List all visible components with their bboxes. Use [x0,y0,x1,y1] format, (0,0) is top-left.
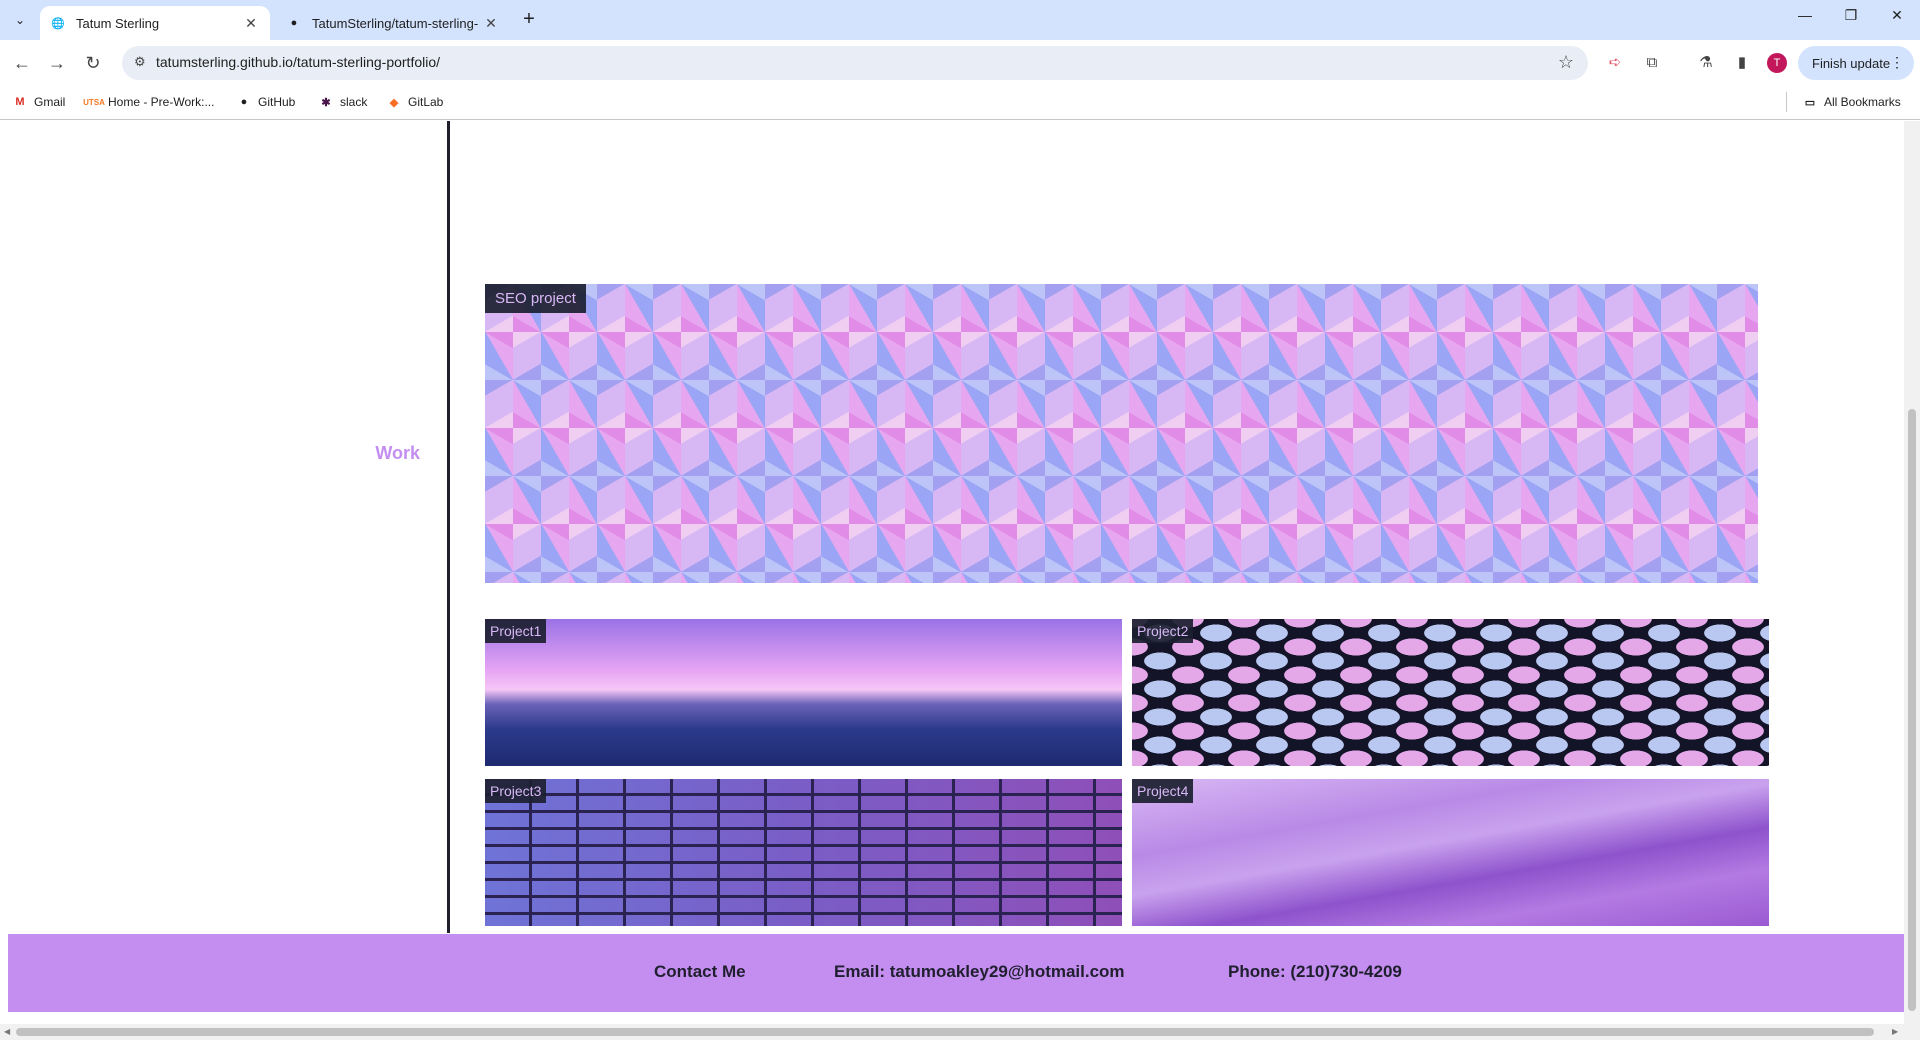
bookmark-label: GitLab [408,95,444,109]
bookmark-utsa-home[interactable]: UTSA Home - Pre-Work:... [83,94,215,110]
bookmark-gitlab[interactable]: ◆ GitLab [386,94,444,110]
finish-update-label: Finish update [1812,55,1891,71]
finish-update-button[interactable]: Finish update ⋮ [1798,46,1914,80]
horizontal-scrollbar[interactable]: ◀ ▶ [0,1024,1904,1040]
all-bookmarks-label: All Bookmarks [1824,95,1901,109]
extensions-puzzle-icon[interactable]: ⧉ [1641,51,1663,73]
tab-search-button[interactable]: ⌄ [8,8,32,32]
contact-me-heading: Contact Me [654,962,746,981]
close-icon[interactable]: ✕ [242,14,260,32]
labs-flask-icon[interactable]: ⚗ [1695,51,1717,73]
site-info-icon[interactable]: ⚙ [134,54,146,70]
work-section-heading: Work [375,443,420,463]
reload-button[interactable]: ↻ [79,49,107,77]
seo-project-card[interactable]: SEO project [485,284,1758,583]
utsa-icon: UTSA [83,97,105,107]
contact-phone: Phone: (210)730-4209 [1228,962,1402,981]
bookmark-gmail[interactable]: M Gmail [12,94,65,110]
url-text: tatumsterling.github.io/tatum-sterling-p… [156,54,441,70]
restore-button[interactable]: ❐ [1828,0,1874,30]
bookmark-label: slack [340,95,368,109]
tab-title: Tatum Sterling [76,15,160,31]
github-icon: ● [290,17,298,29]
bookmarks-bar: M Gmail UTSA Home - Pre-Work:... ● GitHu… [0,86,1920,120]
extension-icon[interactable]: ➪ [1604,51,1626,73]
tab-bar: ⌄ 🌐 Tatum Sterling ✕ ● TatumSterling/tat… [0,0,1920,40]
project1-caption: Project1 [485,619,547,643]
project2-caption: Project2 [1132,619,1194,643]
gmail-icon: M [15,96,25,108]
bookmark-label: Gmail [34,95,66,109]
tab-title: TatumSterling/tatum-sterling- [312,15,479,31]
new-tab-button[interactable]: + [518,9,540,31]
address-bar[interactable]: ⚙ tatumsterling.github.io/tatum-sterling… [122,46,1588,80]
project3-caption: Project3 [485,779,547,803]
globe-icon: 🌐 [51,17,65,30]
bookmark-star-icon[interactable]: ☆ [1558,52,1574,73]
seo-project-caption: SEO project [485,284,586,313]
bookmarks-divider [1786,92,1787,112]
tab-tatum-sterling[interactable]: 🌐 Tatum Sterling ✕ [40,6,270,40]
browser-toolbar: ← → ↻ ⚙ tatumsterling.github.io/tatum-st… [0,40,1920,86]
project4-card[interactable]: Project4 [1132,779,1769,926]
folder-icon: ▭ [1804,96,1816,109]
all-bookmarks-button[interactable]: ▭ All Bookmarks [1802,94,1901,110]
contact-footer: Contact Me Email: tatumoakley29@hotmail.… [8,934,1908,1012]
bookmark-label: GitHub [258,95,296,109]
gitlab-icon: ◆ [389,96,399,109]
vertical-scroll-thumb[interactable] [1908,409,1916,1011]
profile-avatar[interactable]: T [1767,53,1787,73]
project1-card[interactable]: Project1 [485,619,1122,766]
slack-icon: ✱ [321,96,331,109]
back-button[interactable]: ← [8,49,36,77]
side-panel-icon[interactable]: ▮ [1731,51,1753,73]
vertical-scrollbar[interactable] [1904,121,1920,1040]
github-icon: ● [240,96,248,108]
project4-caption: Project4 [1132,779,1194,803]
contact-email: Email: tatumoakley29@hotmail.com [834,962,1125,981]
tab-github-repo[interactable]: ● TatumSterling/tatum-sterling- ✕ [276,6,510,40]
minimize-button[interactable]: — [1782,0,1828,30]
close-window-button[interactable]: ✕ [1874,0,1920,30]
close-icon[interactable]: ✕ [482,14,500,32]
scroll-left-icon[interactable]: ◀ [4,1027,10,1036]
forward-button[interactable]: → [43,49,71,77]
more-menu-icon[interactable]: ⋮ [1890,54,1904,71]
section-divider-line [447,121,450,933]
scroll-right-icon[interactable]: ▶ [1892,1027,1898,1036]
horizontal-scroll-thumb[interactable] [16,1028,1874,1036]
bookmark-label: Home - Pre-Work:... [108,95,215,109]
project3-card[interactable]: Project3 [485,779,1122,926]
page-viewport: Work SEO project Project1 Project2 Proje… [0,121,1920,1040]
project2-card[interactable]: Project2 [1132,619,1769,766]
bookmark-slack[interactable]: ✱ slack [318,94,367,110]
bookmark-github[interactable]: ● GitHub [236,94,296,110]
